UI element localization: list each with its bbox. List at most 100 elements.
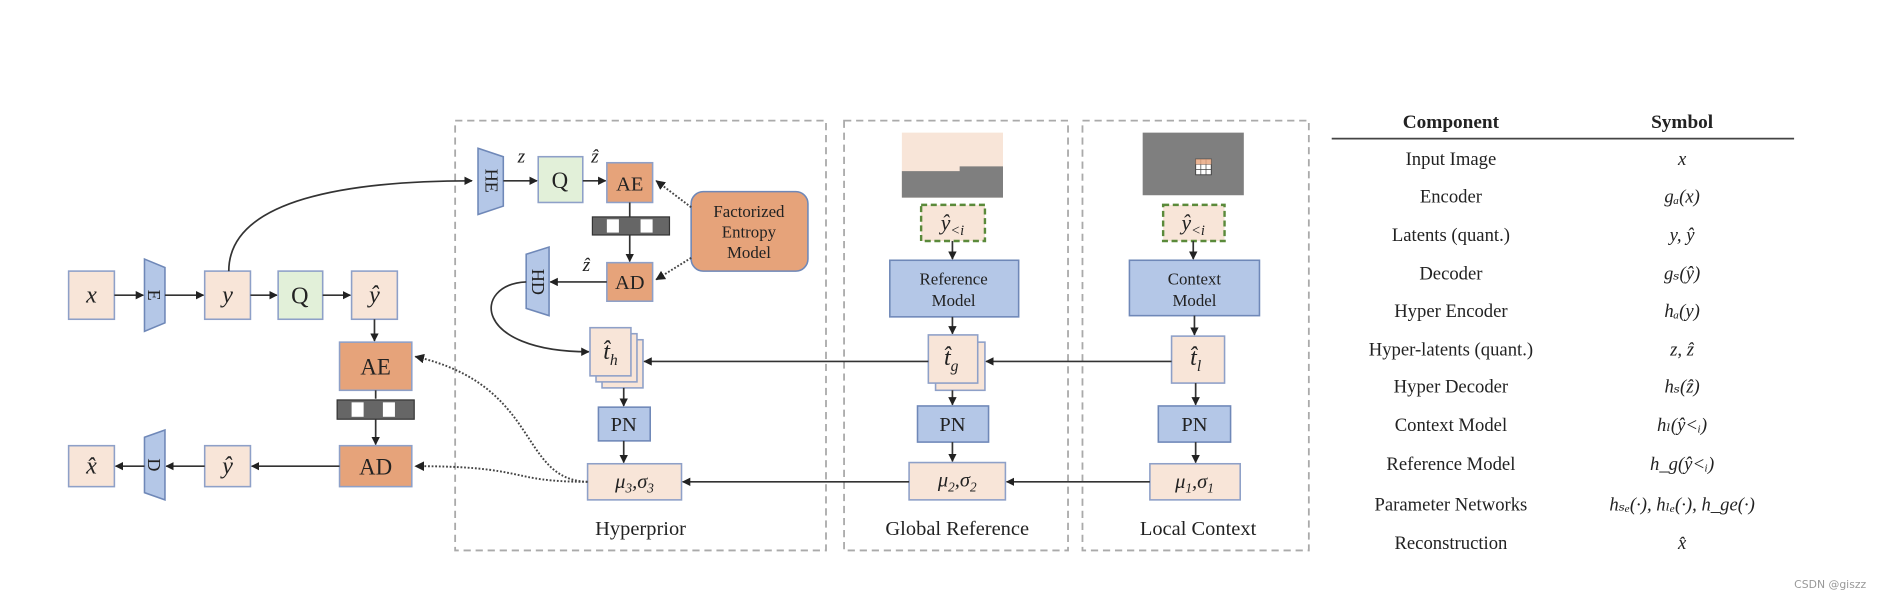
local-feature-t-l-node: t̂l (1170, 335, 1226, 384)
svg-text:Q: Q (552, 168, 569, 193)
svg-text:ẑ: ẑ (590, 147, 599, 168)
reference-model-node: Reference Model (889, 259, 1020, 318)
svg-text:z: z (517, 147, 526, 168)
global-reference-image (901, 132, 1003, 198)
architecture-figure: x E y Q ŷ AE AD ŷ D x̂ HE z Q ẑ AE AD ẑ … (67, 112, 1867, 591)
hyper-encoder-node: HE (477, 147, 505, 216)
component-cell: Latents (quant.) (1392, 225, 1510, 246)
table-row: Decoder gₛ(ŷ) (1419, 264, 1700, 285)
table-row: Hyper Decoder hₛ(ẑ) (1394, 377, 1700, 398)
svg-text:Reference: Reference (919, 269, 987, 288)
arithmetic-encoder-node: AE (338, 341, 413, 392)
table-row: Encoder gₐ(x) (1420, 186, 1700, 207)
svg-text:ŷ: ŷ (219, 453, 233, 479)
local-context-label: Local Context (1140, 518, 1257, 540)
table-row: Context Model hₗ(ŷ<ᵢ) (1395, 415, 1707, 436)
svg-text:Q: Q (291, 284, 308, 310)
global-mu-sigma-node: μ2,σ2 (908, 461, 1007, 501)
symbol-cell: z, ẑ (1669, 339, 1695, 360)
table-row: Reconstruction x̂ (1394, 533, 1687, 554)
svg-text:ŷ: ŷ (366, 282, 380, 308)
factorized-entropy-model-node: Factorized Entropy Model (690, 190, 809, 272)
symbol-cell: hₛₑ(·), hₗₑ(·), h_ge(·) (1609, 495, 1754, 516)
component-cell: Parameter Networks (1375, 495, 1528, 516)
symbol-cell: y, ŷ (1668, 225, 1696, 246)
hyper-arithmetic-encoder-node: AE (606, 161, 654, 204)
component-cell: Context Model (1395, 415, 1507, 436)
svg-text:Context: Context (1168, 269, 1222, 288)
symbol-cell: hₗ(ŷ<ᵢ) (1657, 415, 1707, 436)
table-header-symbol: Symbol (1651, 112, 1714, 133)
global-reference-label: Global Reference (885, 518, 1029, 540)
reconstruction-x-hat-node: x̂ (67, 444, 116, 488)
hyper-mu-sigma-node: μ3,σ3 (586, 462, 683, 501)
context-model-node: Context Model (1128, 259, 1261, 317)
component-cell: Hyper Decoder (1394, 377, 1509, 398)
component-cell: Reference Model (1386, 454, 1515, 475)
table-row: Reference Model h_g(ŷ<ᵢ) (1386, 454, 1714, 475)
table-row: Input Image x (1406, 149, 1687, 170)
hyper-bitstream-icon (591, 216, 671, 236)
svg-text:AD: AD (359, 455, 392, 480)
quantizer-node: Q (277, 270, 324, 321)
symbol-cell: x (1677, 149, 1687, 170)
latent-y-node: y (203, 270, 252, 321)
table-row: Hyper-latents (quant.) z, ẑ (1369, 339, 1695, 360)
svg-text:E: E (144, 290, 164, 301)
svg-text:PN: PN (611, 414, 637, 436)
hyper-parameter-network-node: PN (597, 406, 651, 442)
global-y-context-node: ŷ<i (919, 203, 987, 243)
table-row: Hyper Encoder hₐ(y) (1394, 301, 1700, 322)
table-row: Latents (quant.) y, ŷ (1392, 225, 1695, 246)
symbol-cell: hₐ(y) (1664, 301, 1700, 322)
symbol-cell: gₐ(x) (1664, 186, 1700, 207)
component-cell: Encoder (1420, 186, 1483, 207)
global-feature-t-g-node: t̂g (927, 334, 986, 392)
local-y-context-node: ŷ<i (1161, 203, 1226, 243)
svg-text:x̂: x̂ (85, 453, 97, 479)
svg-text:PN: PN (939, 414, 965, 436)
input-x-node: x (67, 270, 116, 321)
svg-text:HE: HE (481, 169, 501, 193)
svg-text:x: x (85, 282, 97, 308)
svg-text:Model: Model (932, 291, 976, 310)
component-cell: Input Image (1406, 149, 1497, 170)
symbol-cell: hₛ(ẑ) (1664, 377, 1699, 398)
table-header-component: Component (1403, 112, 1500, 133)
global-parameter-network-node: PN (916, 405, 990, 443)
symbol-cell: h_g(ŷ<ᵢ) (1650, 454, 1714, 475)
svg-text:Entropy: Entropy (722, 222, 777, 241)
hyper-quantizer-node: Q (537, 155, 584, 204)
svg-text:D: D (144, 458, 164, 471)
hyperprior-label: Hyperprior (595, 518, 686, 540)
svg-text:Factorized: Factorized (713, 202, 785, 221)
component-cell: Decoder (1419, 264, 1483, 285)
hyper-decoder-node: HD (525, 245, 550, 317)
svg-text:HD: HD (528, 269, 548, 295)
local-mu-sigma-node: μ1,σ1 (1149, 462, 1241, 501)
latent-y-hat-node: ŷ (350, 270, 399, 321)
local-context-image (1142, 132, 1244, 196)
encoder-node: E (143, 257, 166, 333)
symbol-cell: gₛ(ŷ) (1664, 264, 1700, 285)
decoder-node: D (143, 428, 166, 501)
bitstream-icon (336, 399, 415, 420)
watermark: CSDN @giszz (1794, 578, 1866, 591)
svg-text:Model: Model (727, 243, 771, 262)
table-row: Parameter Networks hₛₑ(·), hₗₑ(·), h_ge(·… (1375, 495, 1755, 516)
symbol-cell: x̂ (1677, 533, 1687, 554)
hyper-feature-t-h-node: t̂h (589, 326, 644, 389)
svg-text:AE: AE (360, 355, 390, 380)
component-cell: Hyper Encoder (1394, 301, 1508, 322)
svg-text:ẑ: ẑ (582, 255, 591, 276)
svg-text:PN: PN (1181, 414, 1207, 436)
arithmetic-decoder-node: AD (338, 444, 413, 488)
hyper-arithmetic-decoder-node: AD (606, 261, 654, 302)
svg-text:AE: AE (616, 173, 643, 195)
component-cell: Hyper-latents (quant.) (1369, 339, 1533, 360)
svg-text:Model: Model (1172, 291, 1216, 310)
symbol-table: Component Symbol Input Image x Encoder gₐ(x… (1331, 112, 1795, 554)
local-parameter-network-node: PN (1157, 405, 1232, 443)
svg-text:y: y (219, 282, 233, 308)
component-cell: Reconstruction (1394, 533, 1508, 554)
